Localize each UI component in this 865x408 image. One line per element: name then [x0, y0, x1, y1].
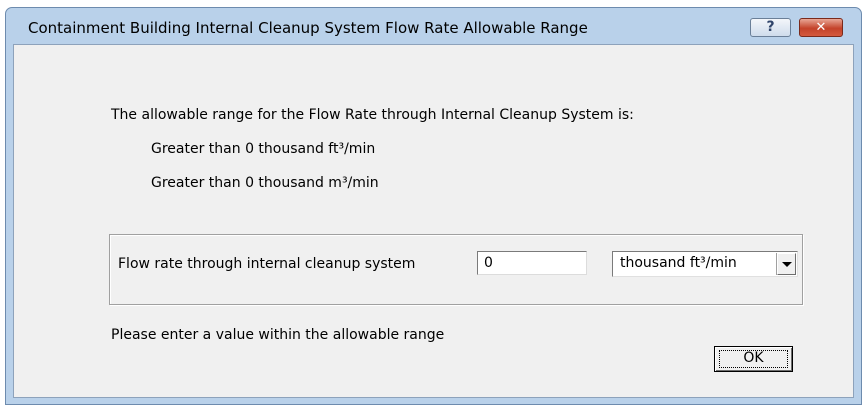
ok-button-label: OK	[743, 350, 764, 366]
window-title: Containment Building Internal Cleanup Sy…	[28, 19, 588, 37]
flow-rate-label: Flow rate through internal cleanup syste…	[118, 256, 416, 272]
range-metric-text: Greater than 0 thousand m³/min	[151, 175, 379, 191]
validation-message: Please enter a value within the allowabl…	[111, 327, 445, 343]
dialog-client-area: The allowable range for the Flow Rate th…	[13, 44, 854, 398]
chevron-down-icon[interactable]	[777, 253, 796, 275]
ok-button[interactable]: OK	[714, 346, 793, 372]
range-heading: The allowable range for the Flow Rate th…	[111, 107, 634, 123]
close-button[interactable]: ✕	[799, 18, 843, 37]
title-bar[interactable]: Containment Building Internal Cleanup Sy…	[6, 8, 861, 38]
help-button[interactable]: ?	[750, 18, 791, 37]
flow-rate-input[interactable]: 0	[477, 251, 587, 275]
range-imperial-text: Greater than 0 thousand ft³/min	[151, 141, 376, 157]
unit-select-value: thousand ft³/min	[620, 255, 737, 271]
help-icon: ?	[766, 19, 775, 35]
unit-select[interactable]: thousand ft³/min	[612, 251, 798, 277]
dialog-window: Containment Building Internal Cleanup Sy…	[5, 7, 862, 405]
close-icon: ✕	[815, 20, 827, 35]
